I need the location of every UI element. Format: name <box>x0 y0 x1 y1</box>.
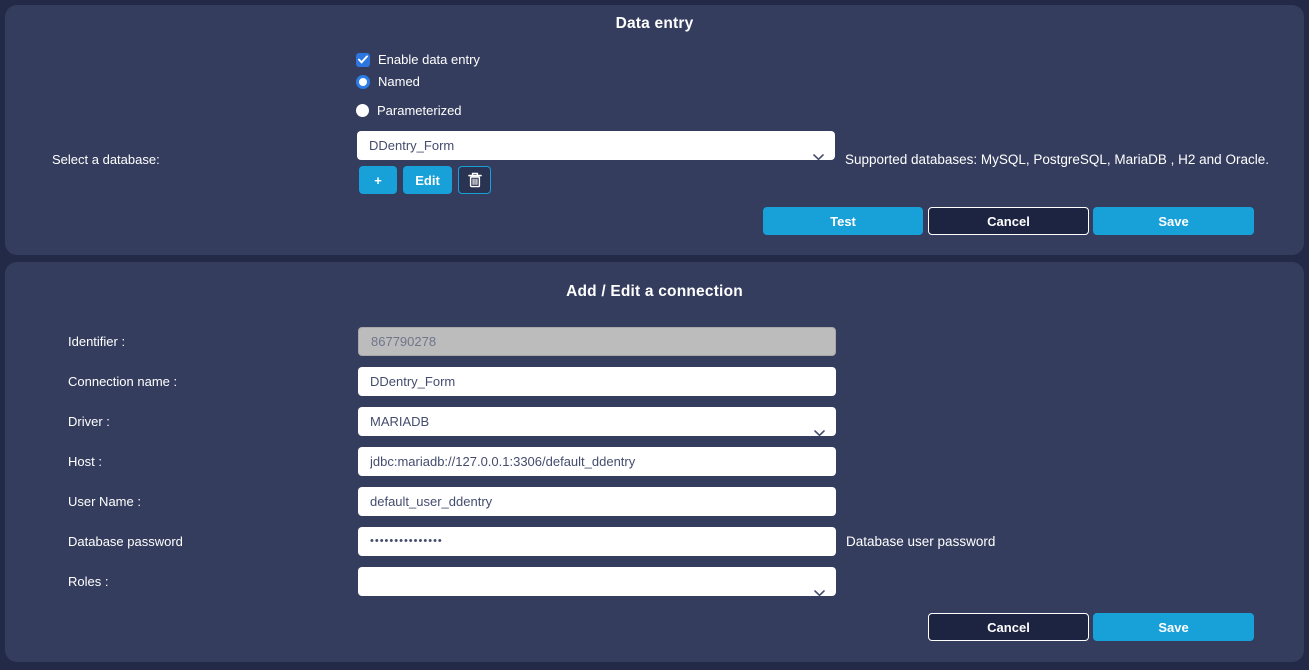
chevron-down-icon <box>814 418 825 436</box>
parameterized-radio[interactable] <box>356 104 369 117</box>
checkmark-icon <box>358 55 368 64</box>
cancel-button-bottom[interactable]: Cancel <box>928 613 1089 641</box>
select-database-label: Select a database: <box>52 152 160 167</box>
user-name-label: User Name : <box>68 494 141 509</box>
database-select[interactable]: DDentry_Form <box>357 131 835 160</box>
database-select-value: DDentry_Form <box>369 138 454 153</box>
connection-form-panel: Add / Edit a connection Identifier : Con… <box>5 262 1304 662</box>
connection-name-field[interactable] <box>358 367 836 396</box>
database-password-label: Database password <box>68 534 183 549</box>
driver-select-value: MARIADB <box>370 414 429 429</box>
host-label: Host : <box>68 454 102 469</box>
database-password-field[interactable] <box>358 527 836 556</box>
mode-parameterized-row: Parameterized <box>356 103 462 118</box>
mode-named-row: Named <box>356 74 420 89</box>
add-database-button[interactable]: + <box>359 166 397 194</box>
driver-label: Driver : <box>68 414 110 429</box>
named-radio[interactable] <box>356 75 370 89</box>
test-button[interactable]: Test <box>763 207 923 235</box>
identifier-label: Identifier : <box>68 334 125 349</box>
enable-data-entry-checkbox[interactable] <box>356 53 370 67</box>
save-button-top[interactable]: Save <box>1093 207 1254 235</box>
identifier-field <box>358 327 836 356</box>
chevron-down-icon <box>814 578 825 596</box>
trash-icon <box>468 172 482 188</box>
enable-data-entry-row: Enable data entry <box>356 52 480 67</box>
data-entry-panel: Data entry Enable data entry Named Param… <box>5 5 1304 255</box>
database-password-helper: Database user password <box>846 534 995 549</box>
edit-database-button[interactable]: Edit <box>403 166 452 194</box>
roles-label: Roles : <box>68 574 108 589</box>
connection-form-title: Add / Edit a connection <box>5 283 1304 301</box>
save-button-bottom[interactable]: Save <box>1093 613 1254 641</box>
delete-database-button[interactable] <box>458 166 491 194</box>
user-name-field[interactable] <box>358 487 836 516</box>
host-field[interactable] <box>358 447 836 476</box>
supported-databases-note: Supported databases: MySQL, PostgreSQL, … <box>845 152 1269 167</box>
data-entry-title: Data entry <box>5 15 1304 33</box>
connection-name-label: Connection name : <box>68 374 177 389</box>
chevron-down-icon <box>813 142 824 160</box>
named-radio-label: Named <box>378 74 420 89</box>
cancel-button-top[interactable]: Cancel <box>928 207 1089 235</box>
enable-data-entry-label: Enable data entry <box>378 52 480 67</box>
parameterized-radio-label: Parameterized <box>377 103 462 118</box>
driver-select[interactable]: MARIADB <box>358 407 836 436</box>
roles-select[interactable] <box>358 567 836 596</box>
